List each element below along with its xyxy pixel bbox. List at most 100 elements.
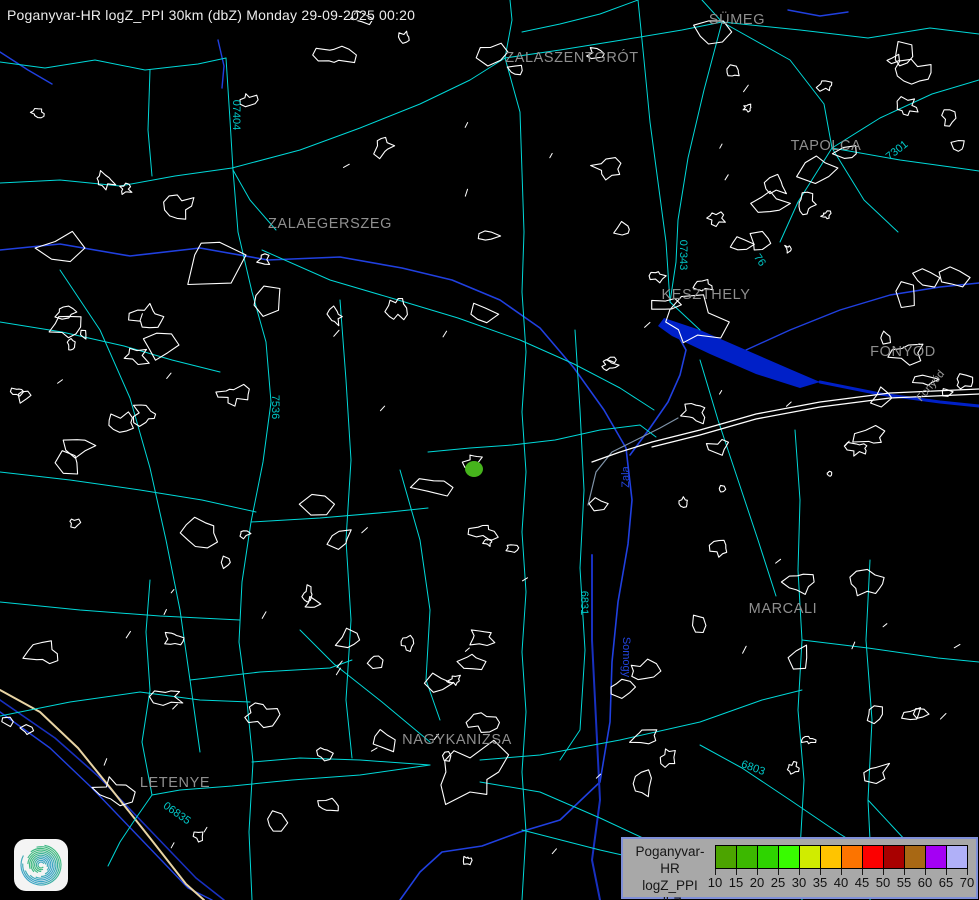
settlement-outline [750, 231, 771, 250]
settlement-outline [399, 31, 410, 43]
road-path [262, 250, 654, 410]
legend-color-cell [925, 845, 946, 869]
settlement-outline-path [167, 373, 171, 378]
settlement-outline-path [126, 631, 130, 637]
town-label: SÜMEG [709, 10, 765, 28]
settlement-outline-path [852, 642, 855, 649]
river-path [588, 418, 678, 505]
road-number-label: 76 [751, 252, 768, 269]
road-path [0, 692, 250, 716]
settlement-outline [506, 545, 519, 553]
settlement-outline [441, 740, 509, 804]
settlement-outline-path [940, 714, 946, 720]
settlement-outline-path [743, 646, 747, 653]
settlement-outline [299, 494, 334, 515]
settlement-outline [802, 736, 816, 743]
road-path [400, 470, 440, 720]
road-number-label: 07343 [677, 240, 689, 271]
settlement-outline [221, 556, 230, 568]
settlement-outline [897, 97, 918, 116]
legend-tick-label: 20 [750, 875, 764, 890]
settlement-outline [129, 304, 164, 328]
settlement-outline [951, 141, 964, 152]
settlement-outline [764, 174, 786, 193]
settlement-outline [447, 675, 461, 685]
legend-tick-label: 50 [876, 875, 890, 890]
radar-title: Poganyvar-HR logZ_PPI 30km (dbZ) Monday … [7, 7, 415, 23]
settlement-outline [631, 659, 661, 680]
road-path [251, 508, 428, 522]
road-path [0, 602, 240, 620]
settlement-outline [149, 691, 182, 706]
settlement-outline-path [380, 406, 384, 411]
legend-color-cell [904, 845, 925, 869]
legend-color-cell [841, 845, 862, 869]
settlement-outline [302, 585, 312, 602]
settlement-outline-path [744, 85, 749, 92]
settlement-outline [164, 195, 194, 219]
legend-color-cell [799, 845, 820, 869]
settlement-outline [367, 656, 383, 669]
settlement-outline [471, 303, 499, 322]
settlement-outline [327, 530, 351, 550]
river-path [788, 10, 848, 16]
settlement-outline [850, 569, 884, 595]
legend-color-cell [883, 845, 904, 869]
road-path [638, 0, 670, 302]
road-path [0, 472, 256, 512]
road-path [340, 300, 352, 758]
lake-balaton-tip [658, 318, 820, 388]
legend-tick-label: 70 [960, 875, 974, 890]
settlement-outline [727, 65, 739, 76]
town-label: FONYÓD [870, 343, 936, 360]
settlement-outline-path [720, 144, 722, 148]
settlement-outline [143, 333, 179, 360]
legend-product: logZ_PPI [627, 877, 713, 894]
town-label: NAGYKANIZSA [402, 732, 512, 748]
radar-viewer: SÜMEGZALASZENTGRÓTTAPOLCAZALAEGERSZEGKES… [0, 0, 979, 900]
settlement-outline [589, 498, 608, 511]
radar-map: SÜMEGZALASZENTGRÓTTAPOLCAZALAEGERSZEGKES… [0, 0, 979, 900]
settlement-outline [63, 440, 96, 458]
road-path [505, 58, 526, 900]
legend-colorbar: 10152025303540455055606570 [715, 845, 968, 887]
river-path [746, 283, 979, 350]
settlement-outline [751, 191, 791, 212]
settlement-outline [660, 749, 675, 768]
settlement-outline [327, 306, 342, 326]
settlement-outline [821, 211, 831, 219]
legend-tick-label: 60 [918, 875, 932, 890]
settlement-outline-path [954, 644, 960, 647]
river-path [218, 40, 224, 88]
river-path [630, 332, 686, 455]
settlement-outline [693, 615, 706, 632]
settlement-outline-path [104, 759, 107, 765]
settlement-outline-path [334, 330, 339, 336]
settlement-outline [20, 725, 34, 735]
settlement-outline-path [550, 153, 552, 157]
legend-color-cell [736, 845, 757, 869]
settlement-outline [335, 628, 359, 647]
settlement-outline-path [58, 380, 63, 384]
road-path [0, 58, 505, 186]
settlement-outline-path [371, 748, 377, 751]
settlement-outline-path [164, 610, 166, 615]
settlement-outline [913, 709, 929, 719]
road-path [108, 795, 152, 866]
settlement-outline-path [786, 402, 791, 406]
legend-color-cells [715, 845, 968, 869]
settlement-outline-path [846, 441, 850, 445]
legend-names: Poganyvar-HR logZ_PPI dbZ [627, 843, 713, 900]
legend-color-cell [715, 845, 736, 869]
settlement-outline [633, 770, 651, 797]
settlement-outline [611, 679, 636, 698]
road-path [480, 690, 802, 760]
road-path [560, 330, 585, 760]
settlement-outline-path [362, 528, 368, 533]
settlement-outline [318, 798, 339, 811]
settlement-outline [719, 485, 725, 492]
settlement-outline [871, 387, 892, 407]
settlement-outline [180, 517, 217, 548]
settlement-outline [788, 645, 807, 669]
settlement-outline [216, 384, 249, 406]
